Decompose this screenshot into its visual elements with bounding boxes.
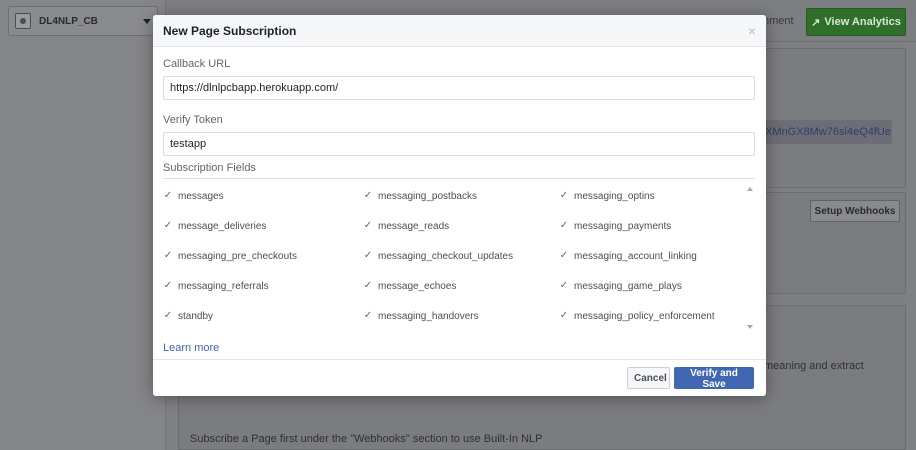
- subscribe-note: Subscribe a Page first under the "Webhoo…: [190, 433, 543, 445]
- subscription-field-item[interactable]: ✓ message_echoes: [363, 271, 559, 301]
- subscription-field-label: messaging_postbacks: [378, 190, 477, 202]
- new-page-subscription-dialog: New Page Subscription × Callback URL Ver…: [153, 15, 766, 396]
- subscription-field-item[interactable]: ✓ messaging_game_plays: [559, 271, 739, 301]
- subscription-fields-list: ✓ messages ✓ messaging_postbacks ✓ messaging_…: [163, 178, 755, 338]
- subscription-field-label: standby: [178, 310, 214, 322]
- dialog-body: Callback URL Verify Token Subscription F…: [153, 47, 766, 354]
- subscription-field-item[interactable]: ✓ messaging_pre_checkouts: [163, 241, 363, 271]
- verify-token-label: Verify Token: [163, 114, 223, 126]
- checkmark-icon[interactable]: ✓: [163, 311, 173, 321]
- scrollbar[interactable]: [745, 179, 755, 337]
- fields-grid: ✓ messages ✓ messaging_postbacks ✓ messaging_…: [163, 179, 755, 331]
- nav-partial-text[interactable]: nment: [763, 15, 794, 27]
- app-icon: [15, 13, 31, 29]
- view-analytics-label: View Analytics: [824, 16, 901, 28]
- left-sidebar: DL4NLP_CB: [0, 0, 166, 450]
- checkmark-icon[interactable]: ✓: [559, 221, 569, 231]
- subscription-field-label: messaging_payments: [574, 220, 672, 232]
- subscription-field-label: messaging_policy_enforcement: [574, 310, 715, 322]
- checkmark-icon[interactable]: ✓: [559, 191, 569, 201]
- subscription-field-label: message_reads: [378, 220, 450, 232]
- checkmark-icon[interactable]: ✓: [163, 191, 173, 201]
- checkmark-icon[interactable]: ✓: [559, 281, 569, 291]
- trend-up-icon: ↗: [811, 16, 821, 29]
- subscription-field-label: messages: [178, 190, 224, 202]
- subscription-field-item[interactable]: ✓ message_deliveries: [163, 211, 363, 241]
- subscription-field-item[interactable]: ✓ message_reads: [363, 211, 559, 241]
- callback-url-input[interactable]: [163, 76, 755, 100]
- close-icon[interactable]: ×: [748, 23, 756, 39]
- subscription-field-item[interactable]: ✓ messaging_policy_enforcement: [559, 301, 739, 331]
- app-selector[interactable]: DL4NLP_CB: [8, 6, 158, 36]
- app-name: DL4NLP_CB: [39, 15, 98, 27]
- subscription-fields-label: Subscription Fields: [163, 162, 256, 174]
- view-analytics-button[interactable]: ↗ View Analytics: [806, 8, 906, 36]
- subscription-field-label: messaging_handovers: [378, 310, 479, 322]
- checkmark-icon[interactable]: ✓: [363, 191, 373, 201]
- caret-down-icon: [143, 18, 151, 24]
- learn-more-link[interactable]: Learn more: [163, 342, 219, 354]
- checkmark-icon[interactable]: ✓: [363, 311, 373, 321]
- subscription-field-label: message_deliveries: [178, 220, 267, 232]
- subscription-field-item[interactable]: ✓ messages: [163, 181, 363, 211]
- subscription-field-label: messaging_checkout_updates: [378, 250, 514, 262]
- nlp-description: meaning and extract: [764, 360, 864, 372]
- dialog-title: New Page Subscription: [163, 23, 297, 38]
- subscription-field-label: messaging_referrals: [178, 280, 269, 292]
- checkmark-icon[interactable]: ✓: [163, 281, 173, 291]
- cancel-button[interactable]: Cancel: [627, 367, 670, 389]
- callback-url-label: Callback URL: [163, 58, 231, 70]
- checkmark-icon[interactable]: ✓: [559, 311, 569, 321]
- subscription-field-label: messaging_pre_checkouts: [178, 250, 297, 262]
- dialog-footer: Cancel Verify and Save: [153, 359, 766, 396]
- subscription-field-label: messaging_account_linking: [574, 250, 697, 262]
- scroll-down-icon[interactable]: [747, 325, 753, 329]
- scroll-up-icon[interactable]: [747, 187, 753, 191]
- subscription-field-label: messaging_optins: [574, 190, 655, 202]
- subscription-field-item[interactable]: ✓ messaging_payments: [559, 211, 739, 241]
- subscription-field-item[interactable]: ✓ messaging_handovers: [363, 301, 559, 331]
- subscription-field-label: messaging_game_plays: [574, 280, 682, 292]
- checkmark-icon[interactable]: ✓: [163, 251, 173, 261]
- checkmark-icon[interactable]: ✓: [163, 221, 173, 231]
- checkmark-icon[interactable]: ✓: [363, 251, 373, 261]
- subscription-field-item[interactable]: ✓ messaging_optins: [559, 181, 739, 211]
- subscription-field-item[interactable]: ✓ standby: [163, 301, 363, 331]
- subscription-field-item[interactable]: ✓ messaging_postbacks: [363, 181, 559, 211]
- verify-and-save-button[interactable]: Verify and Save: [674, 367, 754, 390]
- subscription-field-item[interactable]: ✓ messaging_referrals: [163, 271, 363, 301]
- subscription-field-label: message_echoes: [378, 280, 457, 292]
- page-token-field[interactable]: tXMnGX8Mw76sl4eQ4fUe: [756, 120, 892, 144]
- subscription-field-item[interactable]: ✓ messaging_account_linking: [559, 241, 739, 271]
- dialog-header: New Page Subscription ×: [153, 15, 766, 47]
- checkmark-icon[interactable]: ✓: [559, 251, 569, 261]
- checkmark-icon[interactable]: ✓: [363, 221, 373, 231]
- verify-token-input[interactable]: [163, 132, 755, 156]
- subscription-field-item[interactable]: ✓ messaging_checkout_updates: [363, 241, 559, 271]
- setup-webhooks-button[interactable]: Setup Webhooks: [810, 200, 900, 222]
- checkmark-icon[interactable]: ✓: [363, 281, 373, 291]
